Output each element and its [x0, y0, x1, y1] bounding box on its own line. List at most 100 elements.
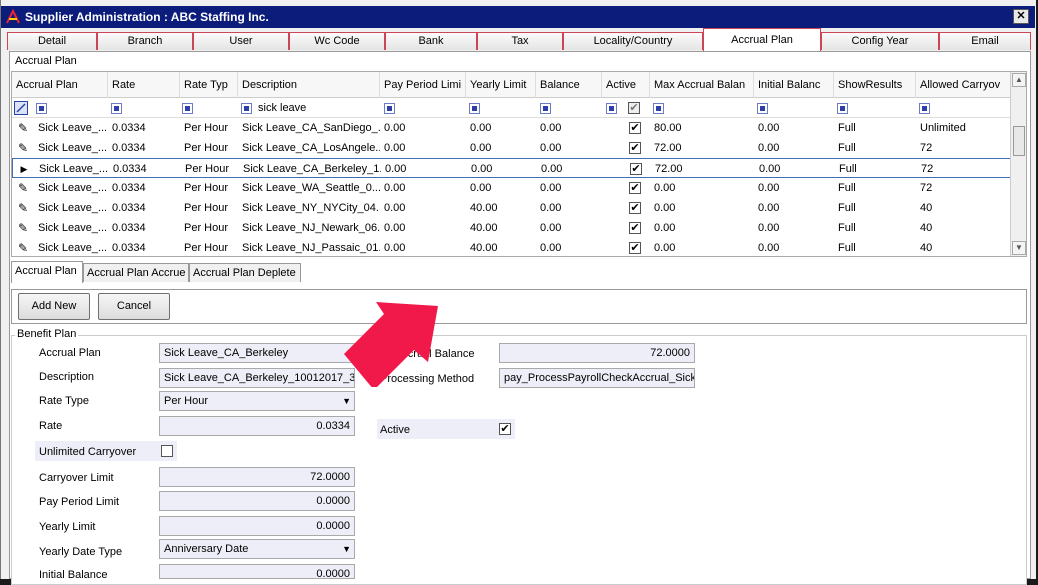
table-cell[interactable]: Sick Leave_WA_Seattle_0... — [238, 178, 380, 198]
column-header[interactable]: Balance — [536, 72, 602, 98]
edit-icon[interactable]: ✎ — [16, 141, 30, 155]
current-row-icon[interactable]: ▶ — [17, 162, 31, 176]
filter-box-icon[interactable] — [36, 103, 47, 114]
table-cell[interactable]: 0.00 — [536, 118, 602, 138]
table-row[interactable]: ✎ Sick Leave_... 0.0334 Per Hour Sick Leave_… — [12, 198, 1012, 218]
table-cell[interactable]: 0.00 — [754, 238, 834, 256]
cancel-button[interactable]: Cancel — [98, 293, 170, 320]
table-cell[interactable]: 40 — [916, 218, 1012, 238]
edit-icon[interactable]: ✎ — [16, 121, 30, 135]
table-cell[interactable]: 0.0334 — [108, 238, 180, 256]
table-cell[interactable]: Full — [834, 118, 916, 138]
tab-locality-country[interactable]: Locality/Country — [563, 32, 703, 50]
grid-scrollbar[interactable]: ▲ ▼ — [1010, 72, 1026, 256]
table-cell[interactable]: 0.00 — [536, 218, 602, 238]
description-filter-input[interactable]: sick leave — [258, 98, 306, 118]
active-checkbox[interactable]: ✔ — [629, 202, 641, 214]
table-cell[interactable]: Sick Leave_... — [34, 178, 108, 198]
table-cell[interactable]: 72.00 — [651, 159, 755, 179]
table-cell[interactable]: Per Hour — [180, 178, 238, 198]
table-cell[interactable]: 0.0334 — [108, 138, 180, 158]
tab-detail[interactable]: Detail — [7, 32, 97, 50]
table-cell[interactable]: 0.00 — [380, 238, 466, 256]
table-cell[interactable]: 0.00 — [466, 178, 536, 198]
table-cell[interactable]: 0.00 — [537, 159, 603, 179]
table-cell[interactable]: 0.00 — [754, 138, 834, 158]
filter-box-icon[interactable] — [606, 103, 617, 114]
edit-icon[interactable]: ✎ — [16, 241, 30, 255]
table-cell[interactable]: Full — [834, 138, 916, 158]
table-cell[interactable]: Sick Leave_... — [34, 238, 108, 256]
table-row[interactable]: ✎ Sick Leave_... 0.0334 Per Hour Sick Leave_… — [12, 238, 1012, 256]
table-cell[interactable]: 0.00 — [380, 118, 466, 138]
table-cell[interactable]: Full — [835, 159, 917, 179]
table-cell[interactable]: Sick Leave_CA_SanDiego_... — [238, 118, 380, 138]
tab-bank[interactable]: Bank — [385, 32, 477, 50]
table-cell[interactable]: Sick Leave_... — [34, 218, 108, 238]
tab-branch[interactable]: Branch — [97, 32, 193, 50]
table-cell[interactable]: Sick Leave_... — [34, 118, 108, 138]
table-row[interactable]: ✎ Sick Leave_... 0.0334 Per Hour Sick Leave_… — [12, 118, 1012, 138]
table-cell[interactable]: 40 — [916, 198, 1012, 218]
table-cell[interactable]: 0.0334 — [108, 178, 180, 198]
rate-field[interactable]: 0.0334 — [159, 416, 355, 436]
table-cell[interactable]: 80.00 — [650, 118, 754, 138]
filter-box-icon[interactable] — [182, 103, 193, 114]
tab-user[interactable]: User — [193, 32, 289, 50]
table-cell[interactable]: Per Hour — [181, 159, 239, 179]
table-cell[interactable]: 0.00 — [467, 159, 537, 179]
table-cell[interactable]: Sick Leave_... — [35, 159, 109, 179]
table-cell[interactable]: Full — [834, 178, 916, 198]
table-cell[interactable]: Unlimited — [916, 118, 1012, 138]
table-cell[interactable]: 72 — [916, 178, 1012, 198]
table-cell[interactable]: 0.00 — [650, 198, 754, 218]
table-cell[interactable]: 0.00 — [536, 238, 602, 256]
table-cell[interactable]: 40 — [916, 238, 1012, 256]
yearly-date-type-select[interactable]: Anniversary Date ▼ — [159, 539, 355, 559]
active-checkbox[interactable]: ✔ — [630, 163, 642, 175]
column-header[interactable]: Pay Period Limi — [380, 72, 466, 98]
table-cell[interactable]: 0.00 — [650, 178, 754, 198]
table-cell[interactable]: Sick Leave_CA_LosAngele... — [238, 138, 380, 158]
column-header[interactable]: ShowResults — [834, 72, 916, 98]
table-cell[interactable]: 72 — [916, 138, 1012, 158]
column-header[interactable]: Rate Typ — [180, 72, 238, 98]
table-cell[interactable]: Full — [834, 198, 916, 218]
column-header[interactable]: Yearly Limit — [466, 72, 536, 98]
column-header[interactable]: Max Accrual Balan — [650, 72, 754, 98]
table-cell[interactable]: 0.00 — [650, 218, 754, 238]
description-field[interactable]: Sick Leave_CA_Berkeley_10012017_30 — [159, 368, 355, 388]
table-cell[interactable]: Per Hour — [180, 238, 238, 256]
table-cell[interactable]: 0.00 — [650, 238, 754, 256]
tab-config-year[interactable]: Config Year — [821, 32, 939, 50]
table-row[interactable]: ✎ Sick Leave_... 0.0334 Per Hour Sick Leave_… — [12, 178, 1012, 198]
subtab-accrual-plan[interactable]: Accrual Plan — [11, 261, 83, 283]
edit-icon[interactable]: ✎ — [16, 181, 30, 195]
tab-tax[interactable]: Tax — [477, 32, 563, 50]
table-cell[interactable]: Per Hour — [180, 198, 238, 218]
filter-toggle-icon[interactable] — [14, 101, 28, 115]
filter-box-icon[interactable] — [241, 103, 252, 114]
tab-accrual-plan[interactable]: Accrual Plan — [703, 28, 821, 51]
table-cell[interactable]: Sick Leave_... — [34, 138, 108, 158]
filter-box-icon[interactable] — [919, 103, 930, 114]
table-cell[interactable]: 0.00 — [380, 138, 466, 158]
active-checkbox[interactable]: ✔ — [499, 423, 511, 435]
carryover-limit-field[interactable]: 72.0000 — [159, 467, 355, 487]
table-cell[interactable]: Full — [834, 218, 916, 238]
filter-box-icon[interactable] — [653, 103, 664, 114]
table-cell[interactable]: Sick Leave_NJ_Passaic_01... — [238, 238, 380, 256]
unlimited-carryover-checkbox[interactable] — [161, 445, 173, 457]
table-cell[interactable]: Per Hour — [180, 118, 238, 138]
filter-box-icon[interactable] — [757, 103, 768, 114]
active-filter-checkbox[interactable]: ✔ — [628, 102, 640, 114]
initial-balance-field[interactable]: 0.0000 — [159, 564, 355, 579]
active-checkbox[interactable]: ✔ — [629, 142, 641, 154]
processing-method-field[interactable]: pay_ProcessPayrollCheckAccrual_SickI — [499, 368, 695, 388]
table-cell[interactable]: Sick Leave_NJ_Newark_06... — [238, 218, 380, 238]
table-cell[interactable]: Full — [834, 238, 916, 256]
add-new-button[interactable]: Add New — [18, 293, 90, 320]
table-cell[interactable]: 40.00 — [466, 218, 536, 238]
filter-box-icon[interactable] — [469, 103, 480, 114]
table-cell[interactable]: Per Hour — [180, 138, 238, 158]
